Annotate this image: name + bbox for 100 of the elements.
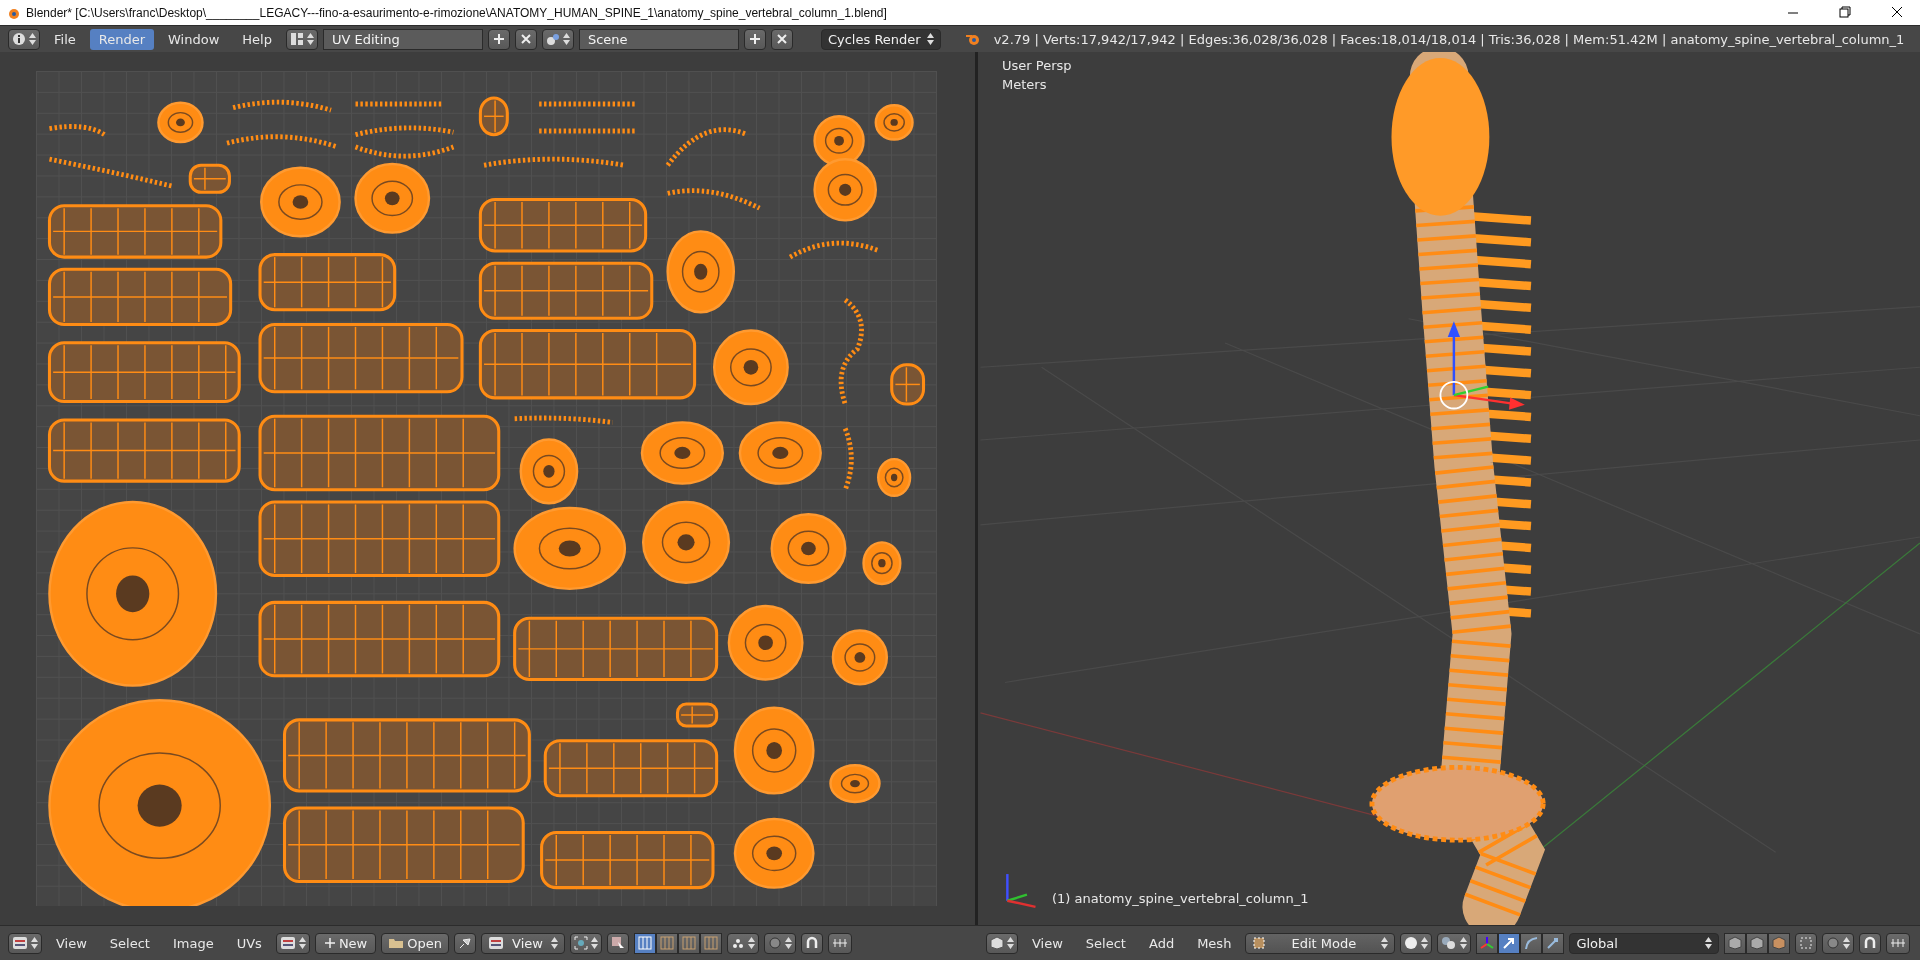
menu-item[interactable]: Image <box>163 932 223 954</box>
snap-button[interactable] <box>800 932 823 954</box>
close-icon <box>519 33 532 45</box>
stepper-arrows-icon <box>550 937 558 949</box>
orientation-dropdown[interactable]: Global <box>1569 932 1720 954</box>
menu-item[interactable]: Help <box>233 28 281 50</box>
scene-field[interactable]: Scene <box>578 28 739 50</box>
sphere-icon <box>1404 936 1419 950</box>
editor-type-button[interactable] <box>8 28 40 50</box>
image-browse-button[interactable] <box>275 932 310 954</box>
falloff-button[interactable] <box>763 932 796 954</box>
select-mode-button[interactable] <box>677 932 700 954</box>
arrow-icon <box>1502 936 1517 950</box>
pivot-button[interactable] <box>1437 932 1472 954</box>
select-mode-button[interactable] <box>655 932 678 954</box>
stepper-arrows-icon <box>31 937 38 949</box>
snap-element-button[interactable] <box>1886 932 1911 954</box>
mesh-icon <box>1252 936 1267 950</box>
selection-mode-button[interactable] <box>1768 932 1791 954</box>
menu-item[interactable]: UVs <box>227 932 271 954</box>
menu-item[interactable]: View <box>47 932 96 954</box>
manipulator-button[interactable] <box>1498 932 1521 954</box>
scene-selector[interactable] <box>541 28 574 50</box>
pivot-button[interactable] <box>569 932 602 954</box>
pin-icon <box>457 936 472 950</box>
menu-item[interactable]: Select <box>1076 932 1135 954</box>
scale-icon <box>1546 936 1561 950</box>
info-icon <box>12 32 26 46</box>
dots-icon <box>730 936 745 950</box>
close-icon <box>775 33 788 45</box>
scene-statistics: v2.79 | Verts:17,942/17,942 | Edges:36,028/36,028 | Faces:18,014/18,014 | Tris:36,028 | Mem:51.42M | anatomy_spine_vertebral_column_1 <box>993 31 1905 47</box>
render-engine-dropdown[interactable]: Cycles Render <box>820 28 941 50</box>
occlude-button[interactable] <box>1795 932 1818 954</box>
sync-selection-button[interactable] <box>606 932 629 954</box>
open-image-button[interactable]: Open <box>381 932 449 954</box>
editor-type-button[interactable] <box>986 932 1018 954</box>
pivot-icon <box>1441 936 1458 950</box>
menu-item[interactable]: Add <box>1139 932 1184 954</box>
cursor-icon <box>610 936 625 950</box>
shading-button[interactable] <box>1400 932 1433 954</box>
arc-icon <box>1524 936 1539 950</box>
add-button[interactable] <box>743 28 766 50</box>
grid-icon <box>637 936 652 950</box>
menu-item[interactable]: Window <box>159 28 229 50</box>
circle-icon <box>767 936 782 950</box>
menu-item[interactable]: View <box>1023 932 1072 954</box>
layout-selector[interactable] <box>285 28 318 50</box>
magnet-icon <box>804 936 819 950</box>
proportional-button[interactable] <box>726 932 759 954</box>
object-name: (1) anatomy_spine_vertebral_column_1 <box>1052 891 1309 906</box>
stepper-arrows-icon <box>1007 937 1014 949</box>
image-icon <box>487 936 504 950</box>
editor-type-button[interactable] <box>8 932 42 954</box>
cube-icon <box>1728 936 1743 950</box>
stepper-arrows-icon <box>747 937 755 949</box>
grid-icon <box>703 936 718 950</box>
stepper-arrows-icon <box>1381 937 1389 949</box>
3d-viewport[interactable]: User Persp Meters (1) anatomy_spine_vertebral_column_1 <box>978 52 1920 925</box>
screen-layout-field[interactable]: UV Editing <box>322 28 483 50</box>
selection-mode-button[interactable] <box>1746 932 1769 954</box>
select-mode-button[interactable] <box>633 932 656 954</box>
folder-icon <box>388 937 405 949</box>
view-name: User Persp <box>1002 58 1072 73</box>
add-button[interactable] <box>487 28 510 50</box>
stepper-arrows-icon <box>784 937 792 949</box>
menu-item[interactable]: Select <box>100 932 159 954</box>
select-mode-button[interactable] <box>699 932 722 954</box>
plus-icon <box>748 33 761 45</box>
scene-icon <box>545 32 560 46</box>
selection-mode-button[interactable] <box>1724 932 1747 954</box>
manipulator-button[interactable] <box>1542 932 1565 954</box>
manipulator-button[interactable] <box>1520 932 1543 954</box>
app-logo-icon <box>964 32 981 46</box>
cube-icon <box>1772 936 1787 950</box>
window-title: Blender* [C:\Users\franc\Desktop\________LEGACY---fino-a-esaurimento-e-rimozione\ANATOMY_HUMAN_SPINE_1\anatomy_spine_vertebral_column_1.blend] <box>26 5 888 20</box>
cube-icon <box>990 936 1004 950</box>
stepper-arrows-icon <box>590 937 598 949</box>
snap-increment-icon <box>1890 936 1907 950</box>
snap-button[interactable] <box>1859 932 1882 954</box>
circle-icon <box>1826 936 1841 950</box>
view-mode-dropdown[interactable]: View <box>480 932 565 954</box>
stepper-arrows-icon <box>1421 937 1429 949</box>
image-editor-icon <box>12 936 28 950</box>
remove-button[interactable] <box>514 28 537 50</box>
menu-item[interactable]: File <box>45 28 85 50</box>
cube-icon <box>1750 936 1765 950</box>
menu-item[interactable]: Mesh <box>1188 932 1241 954</box>
snap-increment-icon <box>831 936 848 950</box>
new-image-button[interactable]: New <box>314 932 377 954</box>
plus-icon <box>323 937 336 949</box>
mode-dropdown[interactable]: Edit Mode <box>1245 932 1396 954</box>
remove-button[interactable] <box>770 28 793 50</box>
pin-button[interactable] <box>453 932 476 954</box>
axis-orientation-drawing <box>1006 874 1036 908</box>
stepper-arrows-icon <box>306 33 314 45</box>
layout-icon <box>289 32 304 46</box>
units-label: Meters <box>1002 77 1047 92</box>
snap-element-button[interactable] <box>827 932 852 954</box>
stepper-arrows-icon <box>562 33 570 45</box>
falloff-button[interactable] <box>1822 932 1855 954</box>
